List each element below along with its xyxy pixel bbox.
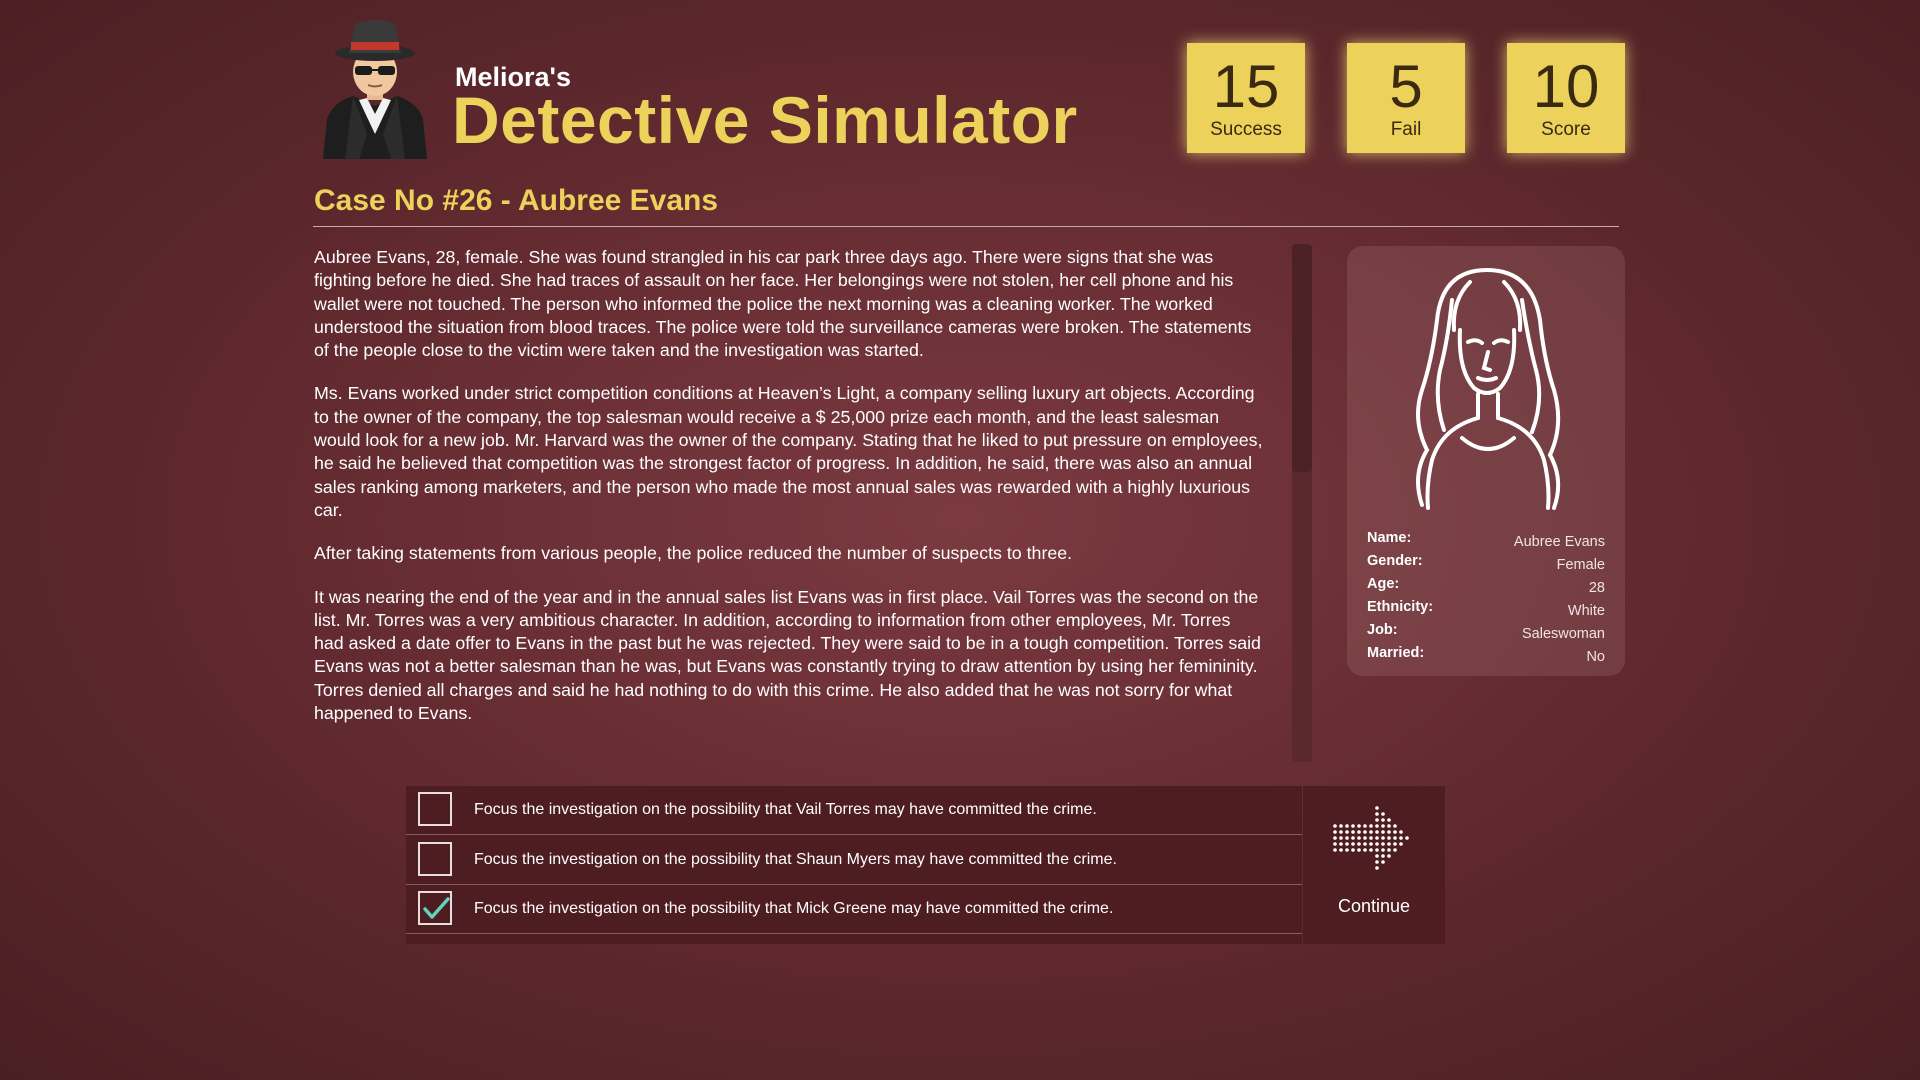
detective-logo-icon bbox=[323, 20, 427, 159]
option-checkbox[interactable] bbox=[418, 842, 452, 876]
profile-age-row: Age: 28 bbox=[1367, 576, 1605, 598]
profile-gender-row: Gender: Female bbox=[1367, 553, 1605, 575]
profile-job-row: Job: Saleswoman bbox=[1367, 622, 1605, 644]
profile-field-value: Female bbox=[1556, 557, 1605, 573]
checkmark-icon bbox=[423, 897, 450, 919]
option-label: Focus the investigation on the possibili… bbox=[474, 900, 1114, 917]
victim-portrait-icon bbox=[1416, 268, 1561, 510]
option-vail-torres[interactable]: Focus the investigation on the possibili… bbox=[406, 786, 1302, 835]
profile-field-label: Job: bbox=[1367, 622, 1398, 638]
case-divider bbox=[313, 226, 1619, 227]
fail-count: 5 bbox=[1389, 53, 1423, 120]
profile-ethnicity-row: Ethnicity: White bbox=[1367, 599, 1605, 621]
profile-field-value: 28 bbox=[1588, 580, 1605, 596]
success-count: 15 bbox=[1212, 53, 1280, 120]
profile-field-value: White bbox=[1567, 603, 1605, 619]
case-paragraph: It was nearing the end of the year and i… bbox=[314, 586, 1261, 724]
fail-counter: 5 Fail bbox=[1347, 43, 1465, 153]
option-checkbox[interactable] bbox=[418, 792, 452, 826]
scrollbar-track[interactable] bbox=[1292, 244, 1312, 762]
profile-field-value: No bbox=[1586, 649, 1605, 665]
arrow-right-icon bbox=[1333, 806, 1409, 870]
decision-options: Focus the investigation on the possibili… bbox=[406, 786, 1302, 944]
profile-field-value: Saleswoman bbox=[1521, 626, 1605, 642]
case-paragraph: Ms. Evans worked under strict competitio… bbox=[314, 383, 1263, 520]
victim-profile-card: Name: Aubree Evans Gender: Female Age: 2… bbox=[1347, 246, 1625, 676]
profile-field-label: Age: bbox=[1367, 576, 1400, 592]
score-counter: 10 Score bbox=[1507, 43, 1625, 153]
continue-button[interactable]: Continue bbox=[1303, 786, 1445, 944]
success-counter: 15 Success bbox=[1187, 43, 1305, 153]
score-count: 10 bbox=[1532, 53, 1600, 120]
profile-field-label: Married: bbox=[1367, 645, 1425, 661]
option-checkbox-checked[interactable] bbox=[418, 891, 452, 925]
option-shaun-myers[interactable]: Focus the investigation on the possibili… bbox=[406, 836, 1302, 885]
option-label: Focus the investigation on the possibili… bbox=[474, 801, 1097, 818]
case-paragraph: After taking statements from various peo… bbox=[314, 543, 1073, 564]
profile-field-label: Gender: bbox=[1367, 553, 1423, 569]
success-label: Success bbox=[1210, 119, 1282, 140]
profile-name-row: Name: Aubree Evans bbox=[1367, 530, 1605, 552]
option-mick-greene[interactable]: Focus the investigation on the possibili… bbox=[406, 885, 1302, 934]
profile-field-value: Aubree Evans bbox=[1513, 534, 1605, 550]
case-paragraph: Aubree Evans, 28, female. She was found … bbox=[314, 247, 1252, 361]
game-title: Detective Simulator bbox=[452, 83, 1078, 157]
scrollbar-thumb[interactable] bbox=[1292, 244, 1312, 472]
profile-field-label: Name: bbox=[1367, 530, 1412, 546]
profile-married-row: Married: No bbox=[1367, 645, 1605, 667]
continue-label: Continue bbox=[1337, 896, 1411, 916]
header: Meliora's Detective Simulator 15 Success… bbox=[315, 14, 1625, 164]
fail-label: Fail bbox=[1390, 119, 1422, 140]
option-label: Focus the investigation on the possibili… bbox=[474, 851, 1117, 868]
score-label: Score bbox=[1541, 119, 1591, 140]
case-description: Aubree Evans, 28, female. She was found … bbox=[314, 246, 1264, 746]
profile-field-label: Ethnicity: bbox=[1367, 599, 1434, 615]
case-title: Case No #26 - Aubree Evans bbox=[314, 184, 719, 217]
